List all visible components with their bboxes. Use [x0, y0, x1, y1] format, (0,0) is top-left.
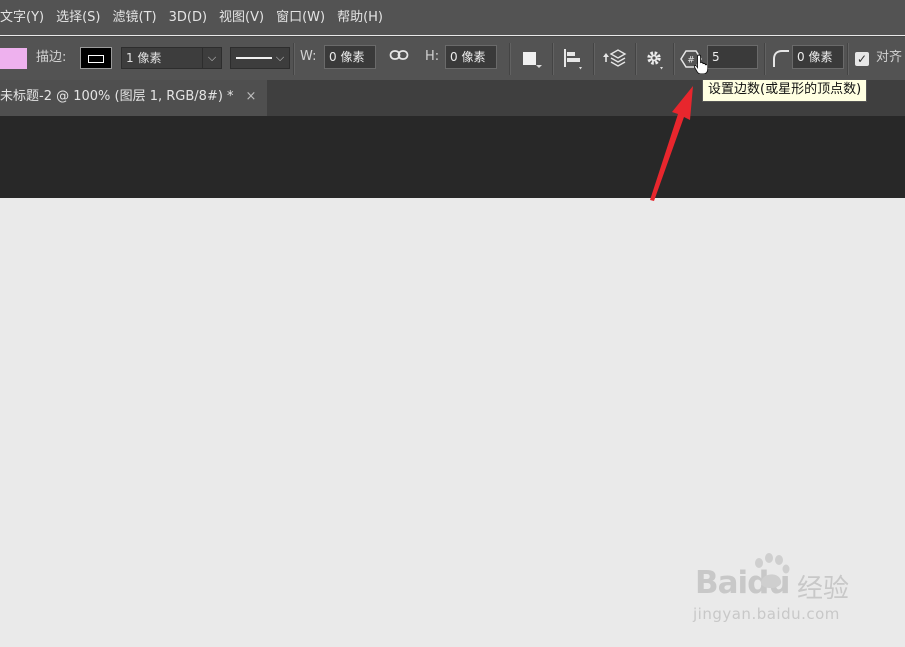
stroke-width-value: 1 像素: [126, 51, 162, 65]
document-tab-title: 未标题-2 @ 100% (图层 1, RGB/8#) *: [0, 89, 234, 104]
width-input[interactable]: 0 像素: [324, 45, 376, 69]
stroke-color-swatch[interactable]: [80, 47, 112, 69]
divider: [847, 43, 849, 75]
stroke-style-dropdown[interactable]: ⌵: [230, 47, 290, 69]
stroke-width-dropdown[interactable]: 1 像素 ⌵: [121, 47, 222, 69]
link-icon[interactable]: [388, 47, 410, 67]
height-input[interactable]: 0 像素: [445, 45, 497, 69]
tool-options-bar: 描边: 1 像素 ⌵ ⌵ W: 0 像素 H: 0 像素 # 5 0 像素 ✓ …: [0, 36, 905, 80]
workspace-background: [0, 116, 905, 198]
paw-logo-icon: [749, 553, 793, 593]
path-operations-icon[interactable]: [521, 49, 542, 69]
menu-type[interactable]: 文字(Y): [0, 0, 50, 35]
stroke-style-preview: [236, 57, 272, 59]
chevron-down-icon: ⌵: [202, 48, 221, 68]
stroke-label: 描边:: [36, 50, 67, 65]
divider: [509, 43, 511, 75]
height-label: H:: [425, 49, 440, 64]
divider: [673, 43, 675, 75]
settings-gear-icon[interactable]: [643, 47, 667, 71]
width-label: W:: [300, 49, 317, 64]
menu-help[interactable]: 帮助(H): [331, 0, 389, 35]
corner-radius-icon[interactable]: [771, 48, 791, 68]
menu-window[interactable]: 窗口(W): [270, 0, 331, 35]
corner-radius-input[interactable]: 0 像素: [792, 45, 844, 69]
close-icon[interactable]: ×: [244, 80, 258, 114]
sides-input[interactable]: 5: [707, 45, 758, 69]
align-edges-label: 对齐: [876, 50, 903, 65]
align-edges-checkbox[interactable]: ✓: [855, 52, 869, 66]
path-arrangement-icon[interactable]: [601, 46, 627, 72]
divider: [293, 43, 295, 75]
baidu-jingyan-watermark: Baidu 经验 jingyan.baidu.com: [693, 553, 858, 628]
watermark-suffix: 经验: [797, 574, 850, 604]
menu-3d[interactable]: 3D(D): [163, 0, 213, 35]
menu-bar: 文字(Y) 选择(S) 滤镜(T) 3D(D) 视图(V) 窗口(W) 帮助(H…: [0, 0, 905, 35]
menu-select[interactable]: 选择(S): [50, 0, 106, 35]
divider: [552, 43, 554, 75]
watermark-url: jingyan.baidu.com: [693, 605, 840, 623]
menu-view[interactable]: 视图(V): [213, 0, 270, 35]
link-icon-svg: [389, 50, 409, 60]
annotation-arrow: [650, 86, 693, 201]
sides-tooltip: 设置边数(或星形的顶点数): [702, 79, 868, 102]
chevron-down-icon: ⌵: [275, 51, 285, 64]
fill-color-swatch[interactable]: [0, 48, 27, 69]
path-alignment-icon[interactable]: [561, 47, 585, 71]
divider: [593, 43, 595, 75]
menu-filter[interactable]: 滤镜(T): [107, 0, 163, 35]
divider: [764, 43, 766, 75]
document-tab[interactable]: 未标题-2 @ 100% (图层 1, RGB/8#) * ×: [0, 80, 267, 116]
divider: [635, 43, 637, 75]
